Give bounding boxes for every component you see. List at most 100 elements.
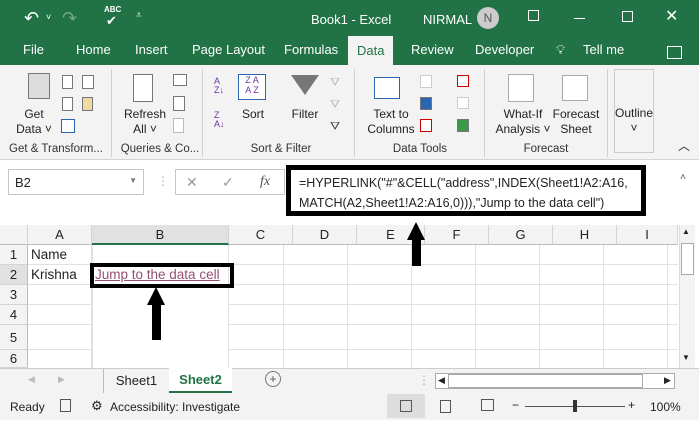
tab-data[interactable]: Data (348, 36, 394, 65)
recent-sources-icon[interactable] (82, 75, 94, 89)
data-validation-icon[interactable] (420, 119, 432, 132)
group-get-transform: Get & Transform... (9, 143, 103, 155)
prev-sheet-icon[interactable]: ◀ (28, 374, 35, 385)
existing-connections-icon[interactable] (82, 97, 93, 111)
ribbon-display-icon[interactable] (528, 10, 539, 21)
expand-formula-icon[interactable]: ˄ (680, 172, 686, 183)
tab-splitter[interactable]: ⋮ (418, 373, 430, 387)
tab-review[interactable]: Review (411, 42, 454, 57)
undo-dropdown-icon[interactable]: ˅ (46, 12, 51, 22)
sort-button[interactable]: Sort (238, 107, 268, 122)
page-break-view-icon[interactable] (481, 399, 494, 411)
row-header[interactable]: 1 (0, 245, 28, 265)
customize-qat-icon[interactable]: ⩡ (136, 10, 142, 21)
filter-button[interactable]: Filter (287, 107, 323, 122)
manage-data-model-icon[interactable] (457, 119, 469, 132)
sort-a-z-icon[interactable]: A Z↓ (214, 77, 224, 95)
comments-icon[interactable] (667, 46, 682, 59)
what-if-analysis-button[interactable]: What-If Analysis ˅ (494, 107, 552, 137)
tab-developer[interactable]: Developer (475, 42, 534, 57)
minimize-icon[interactable] (574, 18, 585, 19)
tab-file[interactable]: File (23, 42, 44, 57)
insert-function-icon[interactable]: fx (260, 174, 270, 190)
enter-icon[interactable]: ✓ (222, 174, 234, 191)
properties-icon[interactable] (173, 96, 185, 111)
text-to-columns-button[interactable]: Text to Columns (362, 107, 420, 137)
new-sheet-icon[interactable]: + (265, 371, 281, 387)
horizontal-scrollbar[interactable]: ◀ ▶ (435, 373, 675, 389)
check-icon: ✔ (106, 13, 117, 28)
cell-a2[interactable]: Krishna (28, 265, 92, 285)
collapse-ribbon-icon[interactable]: ︿ (678, 137, 690, 154)
remove-duplicates-icon[interactable] (420, 97, 432, 110)
formula-input[interactable]: =HYPERLINK("#"&CELL("address",INDEX(Shee… (286, 165, 646, 216)
row-header[interactable]: 6 (0, 350, 28, 368)
accessibility-status[interactable]: Accessibility: Investigate (110, 400, 240, 414)
zoom-slider-thumb[interactable] (573, 400, 577, 412)
clear-filter-icon[interactable]: ⛛ (330, 75, 340, 90)
tab-page-layout[interactable]: Page Layout (192, 42, 265, 57)
row-header[interactable]: 4 (0, 305, 28, 325)
avatar[interactable]: N (477, 7, 499, 29)
column-header[interactable]: D (293, 225, 357, 245)
tab-home[interactable]: Home (76, 42, 111, 57)
get-data-button[interactable]: Get Data ˅ (14, 107, 54, 137)
column-header[interactable]: B (92, 225, 229, 245)
scroll-left-icon[interactable]: ◀ (438, 375, 445, 386)
zoom-out-icon[interactable]: − (512, 398, 519, 412)
column-header[interactable]: C (229, 225, 293, 245)
formula-bar-grip: ⋮ (157, 174, 169, 188)
cancel-icon[interactable]: ✕ (186, 174, 198, 191)
from-web-icon[interactable] (62, 97, 73, 111)
reapply-icon[interactable]: ⛛ (330, 97, 340, 112)
scroll-thumb[interactable] (681, 243, 694, 275)
relationships-icon[interactable] (457, 97, 469, 109)
consolidate-icon[interactable] (457, 75, 469, 87)
scroll-down-icon[interactable]: ▼ (682, 353, 690, 362)
sort-z-a-icon[interactable]: Z A↓ (214, 111, 225, 129)
edit-links-icon[interactable] (173, 118, 184, 133)
close-icon[interactable]: ✕ (665, 6, 678, 26)
sheet-tab-sheet1[interactable]: Sheet1 (103, 369, 169, 393)
zoom-in-icon[interactable]: + (628, 398, 635, 412)
user-name[interactable]: NIRMAL (423, 12, 472, 27)
from-text-icon[interactable] (62, 75, 73, 89)
scroll-thumb[interactable] (448, 374, 643, 388)
page-layout-view-icon[interactable] (440, 400, 451, 413)
next-sheet-icon[interactable]: ▶ (58, 374, 65, 385)
from-table-icon[interactable] (61, 119, 75, 133)
scroll-up-icon[interactable]: ▲ (682, 227, 690, 236)
scroll-right-icon[interactable]: ▶ (664, 375, 671, 386)
tell-me-search[interactable]: Tell me (583, 42, 624, 57)
sheet-tab-sheet2[interactable]: Sheet2 (169, 368, 232, 393)
queries-connections-icon[interactable] (173, 74, 187, 86)
row-header[interactable]: 2 (0, 265, 28, 285)
redo-icon[interactable]: ↷ (62, 8, 77, 29)
forecast-sheet-button[interactable]: Forecast Sheet (550, 107, 602, 137)
column-header[interactable]: I (617, 225, 678, 245)
select-all-corner[interactable] (0, 225, 28, 245)
tab-insert[interactable]: Insert (135, 42, 168, 57)
advanced-filter-icon[interactable]: ⛛ (330, 119, 340, 134)
get-data-icon (28, 73, 50, 99)
zoom-level[interactable]: 100% (650, 400, 681, 414)
maximize-icon[interactable] (622, 11, 633, 22)
column-header[interactable]: A (28, 225, 92, 245)
cell-a1[interactable]: Name (28, 245, 92, 265)
cell-b2-hyperlink[interactable]: Jump to the data cell (94, 265, 226, 285)
refresh-icon (133, 74, 153, 102)
undo-icon[interactable]: ↶ (24, 8, 39, 29)
column-header[interactable]: G (489, 225, 553, 245)
tab-formulas[interactable]: Formulas (284, 42, 338, 57)
macro-record-icon[interactable] (60, 399, 71, 412)
flash-fill-icon[interactable] (420, 75, 432, 88)
row-header[interactable]: 5 (0, 325, 28, 350)
normal-view-button[interactable] (387, 394, 425, 418)
name-box[interactable]: B2 ▼ (8, 169, 144, 195)
row-header[interactable]: 3 (0, 285, 28, 305)
column-header[interactable]: F (425, 225, 489, 245)
outline-button[interactable]: Outline ˅ (614, 69, 654, 153)
vertical-scrollbar[interactable]: ▲ ▼ (679, 225, 695, 368)
refresh-all-button[interactable]: Refresh All ˅ (120, 107, 170, 137)
column-header[interactable]: H (553, 225, 617, 245)
